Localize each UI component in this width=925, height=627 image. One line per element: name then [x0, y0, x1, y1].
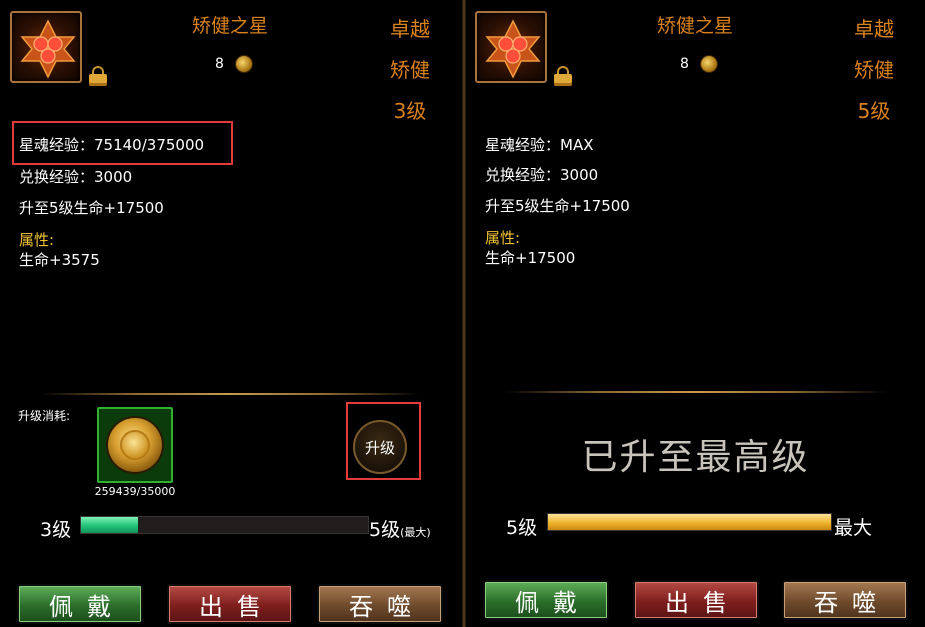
left-star-panel: 矫健之星 8 卓越 矫健 3级 星魂经验：75140/375000 兑换经验：3… [0, 0, 462, 627]
right-star-panel: 矫健之星 8 卓越 矫健 5级 星魂经验：MAX 兑换经验：3000 升至5级生… [466, 0, 925, 627]
attribute-label: 属性: [19, 231, 55, 249]
star-soul-icon-frame[interactable] [10, 11, 82, 83]
star-count: 8 [680, 56, 689, 72]
exchange-exp-text: 兑换经验：3000 [485, 166, 599, 184]
next-level-bonus: 升至5级生命+17500 [19, 199, 164, 217]
lock-icon[interactable] [89, 66, 107, 86]
star-soul-icon-frame[interactable] [475, 11, 547, 83]
level-progress-bar [547, 513, 832, 531]
level-to: 最大 [834, 517, 873, 539]
exchange-exp-text: 兑换经验：3000 [19, 168, 133, 186]
quality-type: 矫健 [390, 58, 430, 82]
gold-coin-icon [108, 418, 162, 472]
quality-grade: 卓越 [854, 17, 894, 41]
hexagram-gem-icon [485, 19, 541, 79]
hexagram-gem-icon [20, 19, 76, 79]
level-progress-fill [81, 517, 139, 533]
equip-button[interactable]: 佩戴 [483, 580, 609, 620]
attribute-label: 属性: [485, 229, 521, 247]
star-count: 8 [215, 56, 224, 72]
gold-coin-icon [236, 56, 252, 72]
devour-button[interactable]: 吞噬 [317, 584, 443, 624]
quality-grade: 卓越 [390, 17, 430, 41]
attribute-value: 生命+3575 [19, 251, 100, 269]
level-progress-bar [80, 516, 369, 534]
lock-icon[interactable] [554, 66, 572, 86]
level-to-text: 5级 [369, 519, 401, 541]
sell-button[interactable]: 出售 [167, 584, 293, 624]
star-level: 5级 [857, 99, 891, 123]
star-title: 矫健之星 [656, 15, 733, 37]
level-to-suffix: (最大) [400, 526, 431, 539]
upgrade-highlight-box [346, 402, 421, 480]
devour-button[interactable]: 吞噬 [782, 580, 908, 620]
level-from: 5级 [506, 517, 538, 539]
level-to: 5级(最大) [369, 515, 431, 542]
sell-button[interactable]: 出售 [633, 580, 759, 620]
star-title: 矫健之星 [191, 15, 268, 37]
star-level: 3级 [393, 99, 427, 123]
quality-type: 矫健 [854, 58, 894, 82]
soul-exp-text: 星魂经验：MAX [485, 136, 594, 154]
level-from: 3级 [40, 519, 72, 541]
section-separator [40, 393, 420, 395]
equip-button[interactable]: 佩戴 [17, 584, 143, 624]
max-level-notice: 已升至最高级 [581, 437, 810, 478]
level-progress-fill [548, 514, 831, 530]
gold-coin-icon [701, 56, 717, 72]
attribute-value: 生命+17500 [485, 249, 576, 267]
next-level-bonus: 升至5级生命+17500 [485, 197, 630, 215]
exp-highlight-box [12, 121, 233, 165]
upgrade-cost-label: 升级消耗: [18, 409, 71, 423]
cost-item-slot[interactable] [97, 407, 173, 483]
cost-item-count: 259439/35000 [94, 485, 176, 498]
section-separator [506, 391, 886, 393]
